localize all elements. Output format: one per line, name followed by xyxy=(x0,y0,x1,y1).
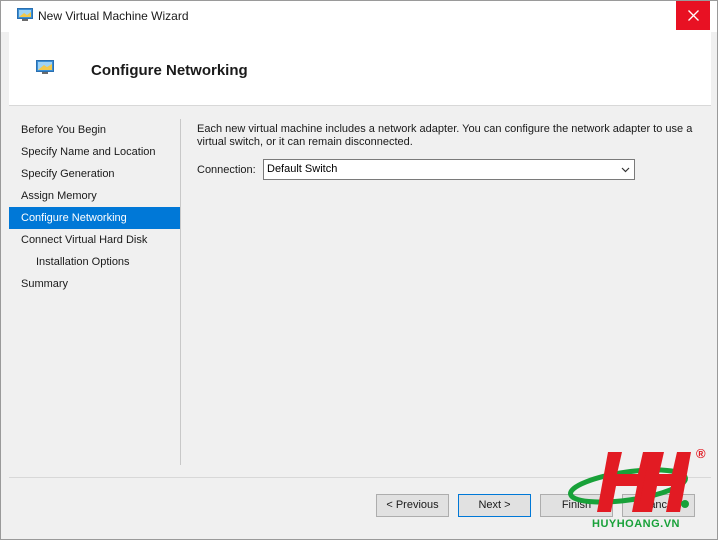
close-button[interactable] xyxy=(676,1,710,30)
nav-divider xyxy=(180,119,181,465)
window-title: New Virtual Machine Wizard xyxy=(38,9,189,23)
chevron-down-icon xyxy=(621,167,630,173)
registered-mark: ® xyxy=(696,446,706,461)
nav-item-before-you-begin[interactable]: Before You Begin xyxy=(9,119,180,141)
next-button[interactable]: Next > xyxy=(458,494,531,517)
watermark-text: HUYHOANG.VN xyxy=(592,518,681,530)
step-content: Each new virtual machine includes a netw… xyxy=(197,123,697,180)
nav-item-configure-networking[interactable]: Configure Networking xyxy=(9,207,180,229)
connection-selected-value: Default Switch xyxy=(267,163,338,175)
network-monitor-icon xyxy=(36,60,54,74)
step-description: Each new virtual machine includes a netw… xyxy=(197,123,693,148)
page-title: Configure Networking xyxy=(91,62,248,79)
nav-item-assign-memory[interactable]: Assign Memory xyxy=(9,185,180,207)
title-bar[interactable]: New Virtual Machine Wizard xyxy=(1,1,717,32)
wizard-steps-nav: Before You Begin Specify Name and Locati… xyxy=(9,119,180,295)
connection-select[interactable]: Default Switch xyxy=(263,159,635,180)
nav-item-installation-options[interactable]: Installation Options xyxy=(9,251,180,273)
nav-item-specify-name-and-location[interactable]: Specify Name and Location xyxy=(9,141,180,163)
nav-item-connect-virtual-hard-disk[interactable]: Connect Virtual Hard Disk xyxy=(9,229,180,251)
nav-item-specify-generation[interactable]: Specify Generation xyxy=(9,163,180,185)
wizard-header: Configure Networking xyxy=(9,32,711,106)
virtual-machine-icon xyxy=(17,8,33,21)
wizard-body: Before You Begin Specify Name and Locati… xyxy=(9,107,711,477)
nav-item-summary[interactable]: Summary xyxy=(9,273,180,295)
connection-row: Connection: Default Switch xyxy=(197,159,635,180)
previous-button[interactable]: < Previous xyxy=(376,494,449,517)
close-icon xyxy=(687,10,699,21)
connection-label: Connection: xyxy=(197,163,256,176)
